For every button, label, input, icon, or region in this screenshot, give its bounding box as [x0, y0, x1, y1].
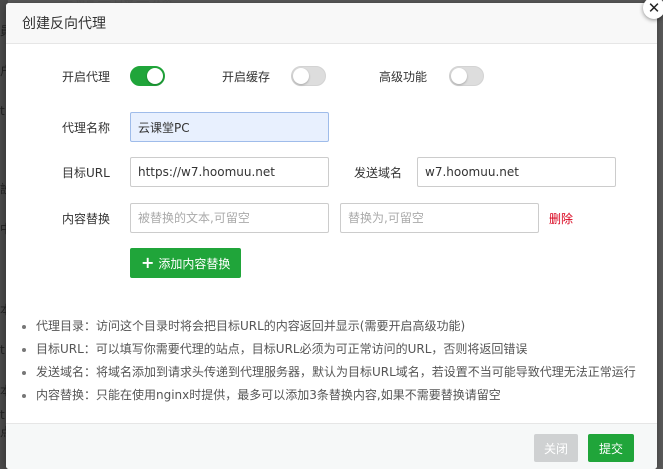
- list-item: 发送域名：将域名添加到请求头传递到代理服务器，默认为目标URL域名，若设置不当可…: [22, 361, 645, 384]
- toggle-knob: [147, 68, 163, 84]
- toggle-knob: [451, 68, 467, 84]
- list-item: 代理目录：访问这个目录时将会把目标URL的内容返回并显示(需要开启高级功能): [22, 315, 645, 338]
- replace-from-input[interactable]: [130, 203, 329, 233]
- proxy-name-input[interactable]: [130, 112, 329, 142]
- bullet-icon: [22, 370, 26, 375]
- send-domain-label: 发送域名: [354, 165, 403, 180]
- enable-cache-toggle[interactable]: [291, 66, 326, 86]
- tip-text: 发送域名：将域名添加到请求头传递到代理服务器，默认为目标URL域名，若设置不当可…: [36, 365, 636, 379]
- toggle-knob: [293, 68, 309, 84]
- replace-to-input[interactable]: [340, 203, 539, 233]
- enable-proxy-toggle[interactable]: [130, 66, 165, 86]
- add-content-replace-button[interactable]: + 添加内容替换: [130, 248, 242, 278]
- dialog-title: 创建反向代理: [22, 16, 106, 32]
- content-replace-row: 内容替换 删除: [62, 203, 573, 233]
- enable-proxy-label: 开启代理: [62, 69, 111, 84]
- advanced-features-label: 高级功能: [379, 69, 428, 84]
- tip-text: 内容替换：只能在使用nginx时提供，最多可以添加3条替换内容,如果不需要替换请…: [36, 388, 501, 402]
- add-content-replace-label: 添加内容替换: [158, 256, 231, 271]
- dialog-footer: 关闭 提交: [6, 423, 657, 469]
- close-icon[interactable]: ✕: [643, 0, 663, 19]
- help-tips-list: 代理目录：访问这个目录时将会把目标URL的内容返回并显示(需要开启高级功能) 目…: [22, 315, 645, 407]
- tip-text: 代理目录：访问这个目录时将会把目标URL的内容返回并显示(需要开启高级功能): [36, 319, 466, 333]
- proxy-name-label: 代理名称: [62, 120, 111, 135]
- proxy-name-row: 代理名称: [62, 112, 329, 142]
- content-replace-label: 内容替换: [62, 211, 111, 226]
- close-button[interactable]: 关闭: [534, 434, 578, 462]
- list-item: 内容替换：只能在使用nginx时提供，最多可以添加3条替换内容,如果不需要替换请…: [22, 384, 645, 407]
- list-item: 目标URL：可以填写你需要代理的站点，目标URL必须为可正常访问的URL，否则将…: [22, 338, 645, 361]
- create-reverse-proxy-dialog: 创建反向代理 ✕ 开启代理 开启缓存 高级功能 代理名称 目标URL 发送域名 …: [6, 0, 663, 469]
- bullet-icon: [22, 393, 26, 398]
- tip-text: 目标URL：可以填写你需要代理的站点，目标URL必须为可正常访问的URL，否则将…: [36, 342, 528, 356]
- add-replace-row: + 添加内容替换: [130, 248, 242, 278]
- target-url-label: 目标URL: [62, 165, 110, 180]
- target-url-input[interactable]: [130, 157, 329, 187]
- advanced-features-toggle[interactable]: [449, 66, 484, 86]
- plus-icon: +: [141, 253, 155, 272]
- delete-replace-link[interactable]: 删除: [549, 210, 573, 227]
- dialog-header: 创建反向代理: [6, 3, 657, 44]
- submit-button[interactable]: 提交: [588, 434, 634, 462]
- send-domain-input[interactable]: [417, 157, 616, 187]
- toggle-row: 开启代理 开启缓存 高级功能: [62, 66, 484, 86]
- enable-cache-label: 开启缓存: [222, 69, 271, 84]
- target-url-row: 目标URL 发送域名: [62, 157, 616, 187]
- bullet-icon: [22, 324, 26, 329]
- bullet-icon: [22, 347, 26, 352]
